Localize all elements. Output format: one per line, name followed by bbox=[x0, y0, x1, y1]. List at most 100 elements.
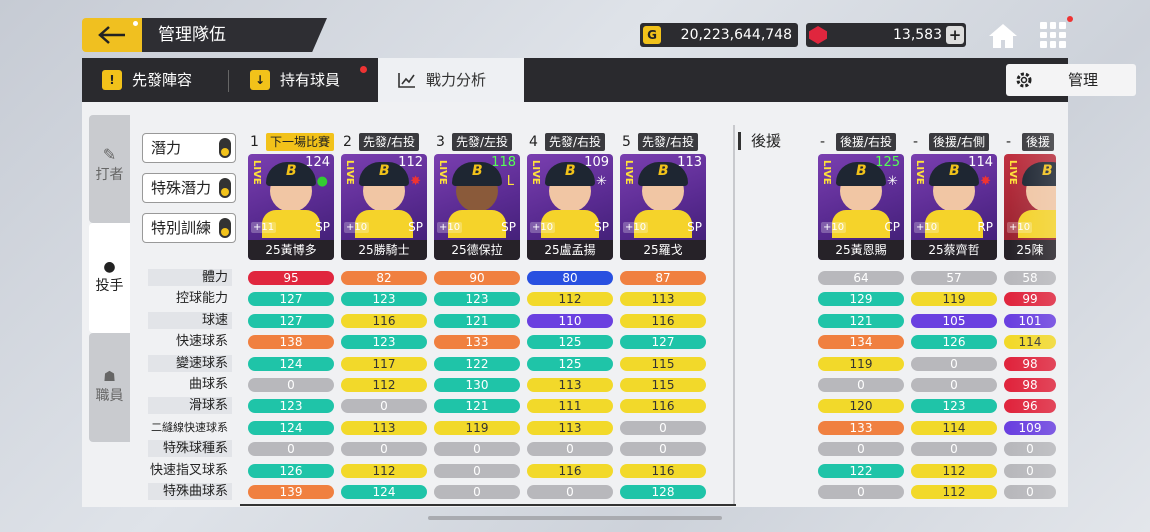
live-badge: LIVE bbox=[437, 160, 448, 185]
stat-value: 112 bbox=[341, 378, 427, 392]
stat-value: 113 bbox=[341, 420, 427, 435]
side-nav: ✎ 打者 ● 投手 ☗ 職員 bbox=[89, 115, 130, 442]
tab-bar: ! 先發陣容 ↓ 持有球員 戰力分析 管理 bbox=[82, 58, 1136, 102]
stat-value: 124 bbox=[248, 420, 334, 435]
stat-value: 0 bbox=[818, 485, 904, 499]
level-badge: +10 bbox=[344, 222, 370, 233]
position-label: RP bbox=[977, 220, 993, 234]
stat-value: 122 bbox=[818, 463, 904, 478]
slot-number: 3 bbox=[436, 134, 445, 150]
tab-power-analysis[interactable]: 戰力分析 bbox=[378, 58, 524, 102]
special-training-toggle[interactable]: 特別訓練 bbox=[142, 213, 236, 243]
player-card[interactable]: LIVE 118 B L +10 SP 25德保拉 bbox=[434, 154, 520, 260]
staff-icon: ☗ bbox=[103, 369, 116, 385]
stat-label: 特殊球種系 bbox=[148, 440, 232, 458]
pitcher-slot-header: 4 先發/右投 bbox=[529, 132, 606, 152]
nav-pitcher[interactable]: ● 投手 bbox=[89, 223, 130, 333]
stat-value: 125 bbox=[527, 356, 613, 371]
stat-value: 127 bbox=[248, 292, 334, 307]
nav-label: 投手 bbox=[95, 278, 124, 294]
team-logo-icon: B bbox=[286, 163, 297, 179]
stat-value: 119 bbox=[818, 356, 904, 371]
stat-value: 130 bbox=[434, 378, 520, 392]
toggle-label: 特別訓練 bbox=[151, 219, 212, 237]
add-gems-button[interactable]: + bbox=[946, 26, 964, 44]
back-button[interactable] bbox=[82, 18, 142, 52]
position-label: SP bbox=[315, 220, 330, 234]
nav-label: 打者 bbox=[95, 167, 124, 183]
stat-value: 126 bbox=[248, 463, 334, 478]
stat-value: 95 bbox=[248, 271, 334, 285]
tab-label: 持有球員 bbox=[280, 71, 341, 89]
player-card[interactable]: LIVE 109 B ✳ +10 SP 25盧孟揚 bbox=[527, 154, 613, 260]
stat-value: 138 bbox=[248, 335, 334, 350]
home-icon[interactable] bbox=[988, 22, 1018, 50]
stat-label: 球速 bbox=[148, 311, 232, 329]
skill-mark-icon: ✳ bbox=[887, 174, 898, 189]
stat-value: 116 bbox=[527, 463, 613, 478]
player-card[interactable]: LIVE 112 B ✸ +10 SP 25勝騎士 bbox=[341, 154, 427, 260]
manage-button[interactable]: 管理 bbox=[1006, 64, 1136, 96]
gem-balance: 13,583 + bbox=[806, 23, 966, 47]
download-icon: ↓ bbox=[250, 70, 270, 90]
stat-label: 控球能力 bbox=[175, 291, 228, 307]
team-logo-icon: B bbox=[565, 163, 576, 179]
player-name: 25黃恩賜 bbox=[818, 240, 904, 260]
stat-value: 115 bbox=[620, 378, 706, 392]
level-badge: +10 bbox=[437, 222, 463, 233]
player-name: 25黃博多 bbox=[248, 240, 334, 260]
live-badge: LIVE bbox=[821, 160, 832, 185]
slot-role: 先發/右投 bbox=[545, 133, 606, 151]
stat-label: 快速球系 bbox=[175, 334, 228, 350]
pitcher-slot-header: 2 先發/右投 bbox=[343, 132, 420, 152]
menu-grid-icon[interactable] bbox=[1040, 22, 1066, 48]
live-badge: LIVE bbox=[530, 160, 541, 185]
player-card[interactable]: LIVE 124 B ● +11 SP 25黃博多 bbox=[248, 154, 334, 260]
stat-label: 曲球系 bbox=[188, 377, 228, 392]
notification-dot bbox=[360, 66, 367, 73]
horizontal-scrollbar[interactable] bbox=[428, 516, 722, 520]
stat-value: 0 bbox=[527, 442, 613, 457]
stat-value: 0 bbox=[434, 463, 520, 478]
stat-value: 0 bbox=[341, 442, 427, 457]
stat-value: 0 bbox=[620, 420, 706, 435]
stat-value: 123 bbox=[434, 292, 520, 307]
stat-value: 120 bbox=[818, 399, 904, 414]
potential-toggle[interactable]: 潛力 bbox=[142, 133, 236, 163]
position-label: SP bbox=[687, 220, 702, 234]
pitcher-slot-header: 3 先發/左投 bbox=[436, 132, 513, 152]
player-card[interactable]: LIVE 114 B ✸ +10 RP 25蔡齊哲 bbox=[911, 154, 997, 260]
special-potential-toggle[interactable]: 特殊潛力 bbox=[142, 173, 236, 203]
bat-icon: ✎ bbox=[102, 145, 117, 164]
pitcher-slot-header: - 後援/右側 bbox=[913, 132, 990, 152]
stat-value: 0 bbox=[911, 356, 997, 371]
toggle-switch-icon bbox=[219, 138, 231, 158]
scroll-fade bbox=[1010, 110, 1068, 507]
toggle-label: 特殊潛力 bbox=[151, 179, 212, 197]
notification-dot bbox=[1067, 16, 1073, 22]
stat-value: 80 bbox=[527, 271, 613, 285]
stat-value: 126 bbox=[911, 335, 997, 350]
stat-value: 64 bbox=[818, 271, 904, 285]
player-card[interactable]: LIVE 113 B +10 SP 25羅戈 bbox=[620, 154, 706, 260]
stat-value: 134 bbox=[818, 335, 904, 350]
tab-owned-players[interactable]: ↓ 持有球員 bbox=[250, 58, 340, 102]
tab-starting-lineup[interactable]: ! 先發陣容 bbox=[102, 58, 192, 102]
toggle-switch-icon bbox=[219, 218, 231, 238]
position-label: SP bbox=[408, 220, 423, 234]
player-card[interactable]: LIVE 125 B ✳ +10 CP 25黃恩賜 bbox=[818, 154, 904, 260]
stat-value: 0 bbox=[818, 442, 904, 457]
player-name: 25羅戈 bbox=[620, 240, 706, 260]
level-badge: +10 bbox=[623, 222, 649, 233]
stat-value: 105 bbox=[911, 313, 997, 328]
toggle-label: 潛力 bbox=[151, 139, 182, 157]
toggle-switch-icon bbox=[219, 178, 231, 198]
stat-value: 0 bbox=[527, 485, 613, 499]
nav-batter[interactable]: ✎ 打者 bbox=[89, 115, 130, 223]
stat-value: 116 bbox=[620, 399, 706, 414]
nav-staff[interactable]: ☗ 職員 bbox=[89, 333, 130, 442]
player-name: 25蔡齊哲 bbox=[911, 240, 997, 260]
stat-value: 0 bbox=[434, 485, 520, 499]
stat-label: 滑球系 bbox=[148, 397, 232, 415]
team-logo-icon: B bbox=[379, 163, 390, 179]
